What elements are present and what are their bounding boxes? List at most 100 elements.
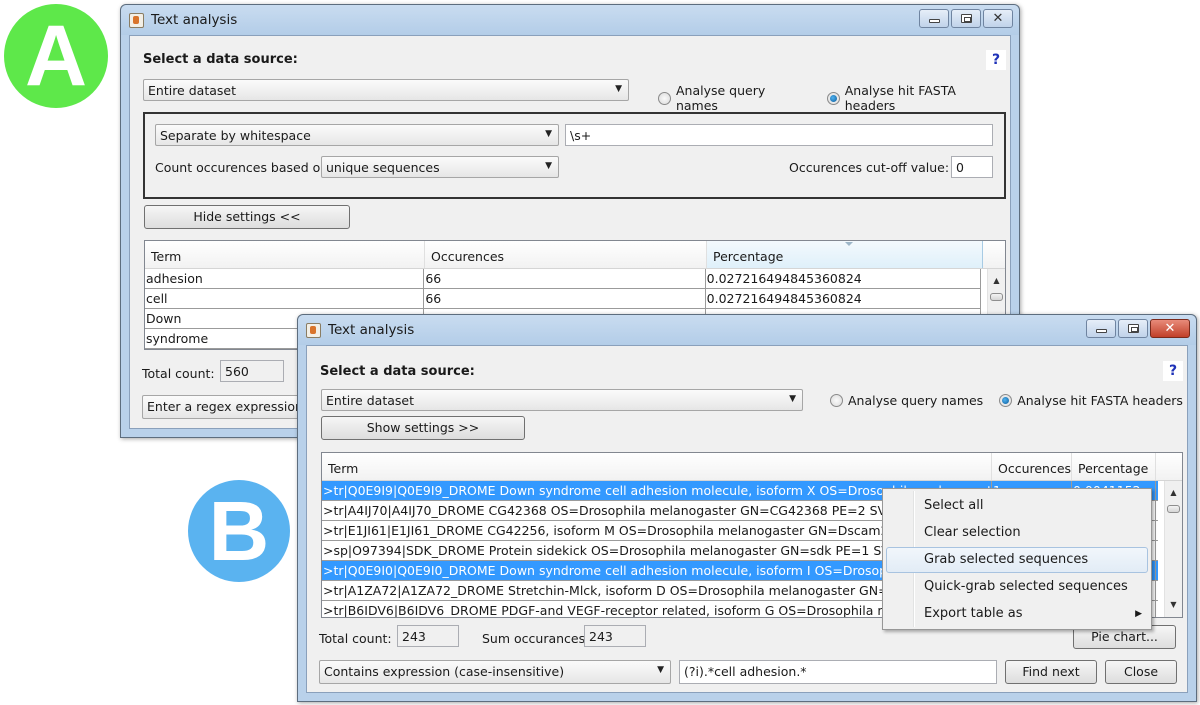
- separator-select[interactable]: Separate by whitespace ▼: [155, 124, 559, 146]
- maximize-icon: [1127, 324, 1139, 333]
- maximize-button[interactable]: [951, 9, 981, 28]
- radio-analyse-fasta-headers[interactable]: Analyse hit FASTA headers: [826, 83, 1010, 113]
- count-based-on-value: unique sequences: [326, 160, 440, 175]
- close-icon: ✕: [1164, 321, 1176, 336]
- count-based-on-select[interactable]: unique sequences ▼: [321, 156, 559, 178]
- chevron-down-icon: ▼: [545, 129, 552, 139]
- data-source-heading: Select a data source:: [320, 364, 475, 379]
- scroll-thumb[interactable]: [1167, 505, 1180, 513]
- term-cell: cell: [145, 289, 425, 308]
- maximize-icon: [960, 14, 972, 23]
- column-header-term[interactable]: Term: [322, 453, 992, 480]
- menu-item-export-table-as[interactable]: Export table as ▶: [886, 601, 1148, 627]
- percentage-cell: 0.027216494845360824: [706, 269, 981, 288]
- radio-label: Analyse query names: [848, 393, 984, 408]
- radio-analyse-query-names[interactable]: Analyse query names: [658, 83, 811, 113]
- find-next-button[interactable]: Find next: [1005, 660, 1097, 684]
- table-row[interactable]: cell 66 0.027216494845360824: [145, 289, 981, 309]
- maximize-button[interactable]: [1118, 319, 1148, 338]
- table-header: Term Occurences Percentage: [145, 241, 1005, 269]
- minimize-button[interactable]: [919, 9, 949, 28]
- chevron-down-icon: ▼: [615, 84, 622, 94]
- chevron-down-icon: ▼: [545, 161, 552, 171]
- total-count-value: 560: [220, 360, 284, 382]
- hide-settings-button[interactable]: Hide settings <<: [144, 205, 350, 229]
- chevron-down-icon: ▼: [789, 394, 796, 404]
- cutoff-label: Occurences cut-off value:: [789, 160, 950, 175]
- java-app-icon: [129, 13, 144, 28]
- chevron-down-icon: ▼: [657, 665, 664, 675]
- badge-b-letter: B: [208, 483, 270, 578]
- radio-analyse-fasta-headers[interactable]: Analyse hit FASTA headers: [999, 393, 1183, 408]
- minimize-button[interactable]: [1086, 319, 1116, 338]
- close-window-button[interactable]: ✕: [1150, 319, 1190, 338]
- badge-a: A: [4, 4, 108, 108]
- menu-item-label: Clear selection: [924, 525, 1021, 540]
- data-source-select[interactable]: Entire dataset ▼: [143, 79, 629, 101]
- radio-off-icon: [658, 91, 671, 105]
- title-bar[interactable]: Text analysis ✕: [121, 5, 1019, 35]
- minimize-icon: [928, 19, 940, 23]
- term-cell: adhesion: [145, 269, 425, 288]
- context-menu: Select all Clear selection Grab selected s…: [882, 488, 1152, 630]
- occurences-cell: 66: [424, 289, 706, 308]
- menu-item-clear-selection[interactable]: Clear selection: [886, 520, 1148, 546]
- help-icon[interactable]: ?: [986, 50, 1006, 70]
- percentage-cell: 0.027216494845360824: [706, 289, 981, 308]
- close-window-button[interactable]: ✕: [983, 9, 1013, 28]
- radio-on-icon: [826, 91, 840, 105]
- data-source-select[interactable]: Entire dataset ▼: [321, 389, 803, 411]
- column-header-occurences[interactable]: Occurences: [425, 241, 707, 268]
- data-source-value: Entire dataset: [326, 393, 414, 408]
- window-title: Text analysis: [151, 12, 238, 28]
- badge-b: B: [188, 480, 290, 582]
- close-icon: ✕: [992, 11, 1004, 26]
- separator-value: Separate by whitespace: [160, 128, 311, 143]
- close-button[interactable]: Close: [1105, 660, 1177, 684]
- radio-analyse-query-names[interactable]: Analyse query names: [830, 393, 983, 408]
- total-count-value: 243: [397, 625, 459, 647]
- menu-item-label: Select all: [924, 498, 984, 513]
- sum-occurances-label: Sum occurances:: [482, 631, 590, 646]
- data-source-heading: Select a data source:: [143, 52, 298, 67]
- separator-regex-input[interactable]: \s+: [565, 124, 993, 146]
- search-mode-value: Contains expression (case-insensitive): [324, 664, 565, 679]
- radio-on-icon: [999, 394, 1013, 407]
- submenu-arrow-icon: ▶: [1135, 609, 1142, 619]
- radio-label: Analyse hit FASTA headers: [844, 83, 956, 113]
- table-scrollbar[interactable]: ▲ ▼: [1164, 481, 1182, 617]
- java-app-icon: [306, 323, 321, 338]
- column-header-term[interactable]: Term: [145, 241, 425, 268]
- sum-occurances-value: 243: [584, 625, 646, 647]
- radio-off-icon: [830, 394, 843, 407]
- cutoff-input[interactable]: 0: [951, 156, 993, 178]
- count-based-on-label: Count occurences based on:: [155, 160, 333, 175]
- show-settings-button[interactable]: Show settings >>: [321, 416, 525, 440]
- data-source-value: Entire dataset: [148, 83, 236, 98]
- menu-item-grab-selected-sequences[interactable]: Grab selected sequences: [886, 547, 1148, 573]
- menu-item-select-all[interactable]: Select all: [886, 493, 1148, 519]
- help-icon[interactable]: ?: [1163, 361, 1183, 381]
- column-header-percentage[interactable]: Percentage: [1072, 453, 1156, 480]
- scroll-up-icon[interactable]: ▲: [988, 273, 1005, 289]
- table-row[interactable]: adhesion 66 0.027216494845360824: [145, 269, 981, 289]
- menu-item-label: Grab selected sequences: [924, 552, 1089, 567]
- minimize-icon: [1095, 329, 1107, 333]
- menu-item-quick-grab-selected-sequences[interactable]: Quick-grab selected sequences: [886, 574, 1148, 600]
- scroll-thumb[interactable]: [990, 293, 1003, 301]
- scroll-down-icon[interactable]: ▼: [1165, 597, 1182, 613]
- title-bar[interactable]: Text analysis ✕: [298, 315, 1196, 345]
- occurences-cell: 66: [424, 269, 706, 288]
- menu-item-label: Quick-grab selected sequences: [924, 579, 1128, 594]
- search-mode-select[interactable]: Contains expression (case-insensitive) ▼: [319, 660, 671, 684]
- column-header-occurences[interactable]: Occurences: [992, 453, 1072, 480]
- scroll-up-icon[interactable]: ▲: [1165, 485, 1182, 501]
- column-header-percentage[interactable]: Percentage: [707, 241, 983, 268]
- search-expression-input[interactable]: (?i).*cell adhesion.*: [679, 660, 997, 684]
- search-mode-value: Enter a regex expression: [147, 399, 303, 414]
- total-count-label: Total count:: [319, 631, 392, 646]
- radio-label: Analyse query names: [675, 83, 766, 113]
- menu-item-label: Export table as: [924, 606, 1023, 621]
- settings-panel: Separate by whitespace ▼ \s+ Count occur…: [143, 112, 1006, 199]
- window-title: Text analysis: [328, 322, 415, 338]
